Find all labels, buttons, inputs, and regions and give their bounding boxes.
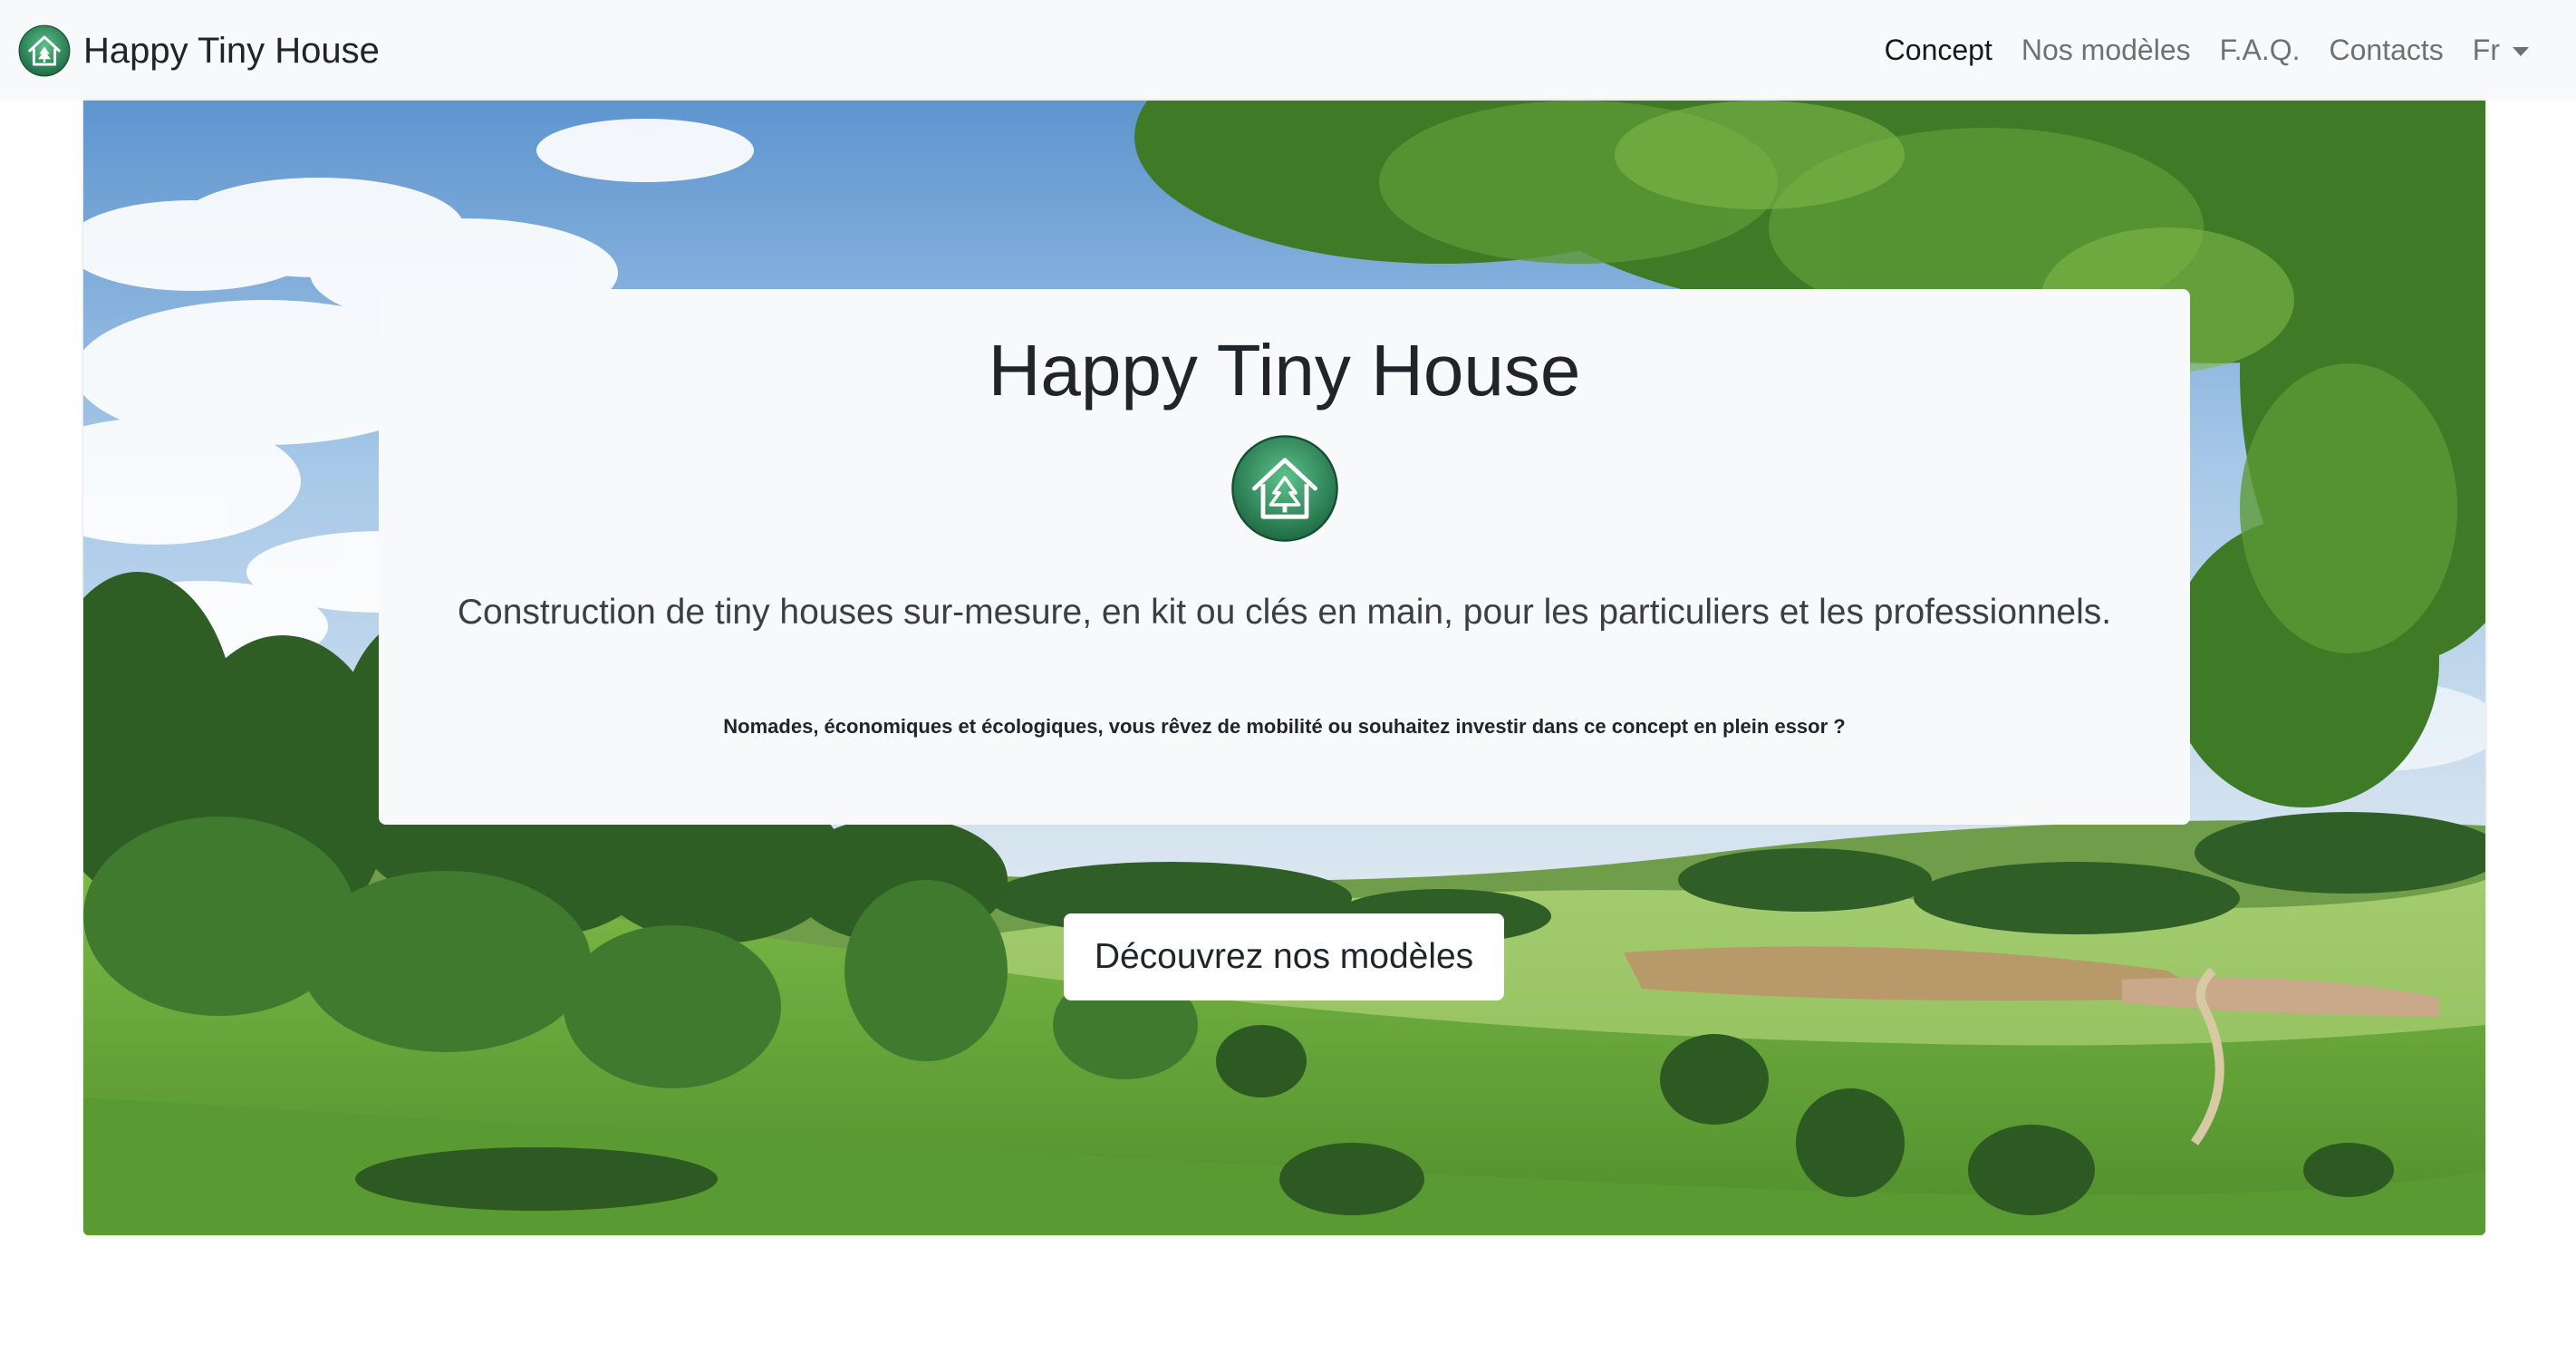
nav-contacts[interactable]: Contacts bbox=[2330, 34, 2444, 67]
hero-title: Happy Tiny House bbox=[988, 330, 1581, 411]
intro-card: Happy Tiny House Construction de tiny ho… bbox=[379, 289, 2190, 825]
house-tree-icon bbox=[1231, 435, 1338, 542]
nav-nos-modeles[interactable]: Nos modèles bbox=[2021, 34, 2191, 67]
house-tree-icon bbox=[18, 24, 71, 77]
hero-section: Happy Tiny House Construction de tiny ho… bbox=[83, 101, 2485, 1235]
hero-lead: Construction de tiny houses sur-mesure, … bbox=[457, 593, 2112, 632]
language-label: Fr bbox=[2472, 34, 2500, 66]
caret-down-icon bbox=[2513, 46, 2529, 56]
discover-models-button[interactable]: Découvrez nos modèles bbox=[1064, 913, 1504, 1000]
brand-link[interactable]: Happy Tiny House bbox=[18, 24, 380, 77]
nav-faq[interactable]: F.A.Q. bbox=[2220, 34, 2301, 67]
hero-tagline: Nomades, économiques et écologiques, vou… bbox=[723, 715, 1846, 738]
main-nav: Concept Nos modèles F.A.Q. Contacts Fr bbox=[1856, 0, 2576, 101]
navbar: Happy Tiny House Concept Nos modèles F.A… bbox=[0, 0, 2576, 101]
language-dropdown[interactable]: Fr bbox=[2473, 34, 2529, 67]
nav-concept[interactable]: Concept bbox=[1885, 34, 1992, 67]
brand-name: Happy Tiny House bbox=[83, 30, 380, 71]
